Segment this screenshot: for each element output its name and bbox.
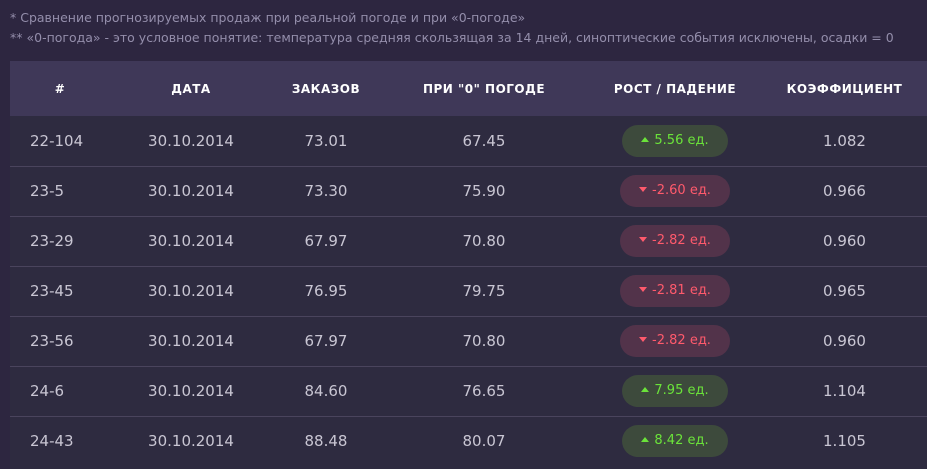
column-header-number[interactable]: # xyxy=(10,61,110,116)
decline-badge: -2.82 ед. xyxy=(620,225,730,257)
cell-zero-weather: 70.80 xyxy=(462,232,506,250)
cell-coefficient: 0.960 xyxy=(823,232,866,250)
cell-change: -2.81 ед. xyxy=(588,266,762,316)
growth-badge: 5.56 ед. xyxy=(622,124,728,157)
arrow-down-icon xyxy=(639,337,648,342)
cell-id: 23-56 xyxy=(30,332,74,350)
cell-zero-weather: 70.80 xyxy=(462,332,506,350)
table-row[interactable]: 24-43 30.10.2014 88.48 80.07 8.42 ед. 1.… xyxy=(10,416,927,466)
arrow-up-icon xyxy=(641,387,650,392)
arrow-down-icon xyxy=(639,287,648,292)
cell-date: 30.10.2014 xyxy=(148,182,234,200)
forecast-table-container: # ДАТА ЗАКАЗОВ ПРИ "0" ПОГОДЕ РОСТ / ПАД… xyxy=(10,61,927,469)
cell-orders: 84.60 xyxy=(304,382,348,400)
change-value: 8.42 ед. xyxy=(654,433,709,449)
cell-change: -2.82 ед. xyxy=(588,316,762,366)
cell-id: 22-104 xyxy=(30,131,84,150)
cell-coefficient: 1.082 xyxy=(823,131,866,150)
table-row[interactable]: 23-45 30.10.2014 76.95 79.75 -2.81 ед. 0… xyxy=(10,266,927,316)
cell-id: 23-29 xyxy=(30,232,74,250)
cell-orders: 73.30 xyxy=(304,182,348,200)
cell-date: 30.10.2014 xyxy=(148,382,234,400)
cell-id: 23-45 xyxy=(30,282,74,300)
change-value: 7.95 ед. xyxy=(654,383,709,398)
arrow-down-icon xyxy=(639,237,648,242)
change-value: 5.56 ед. xyxy=(654,132,709,148)
cell-zero-weather: 67.45 xyxy=(462,131,506,150)
table-header-row: # ДАТА ЗАКАЗОВ ПРИ "0" ПОГОДЕ РОСТ / ПАД… xyxy=(10,61,927,116)
table-row[interactable]: 23-56 30.10.2014 67.97 70.80 -2.82 ед. 0… xyxy=(10,316,927,366)
cell-id: 24-6 xyxy=(30,382,65,400)
cell-coefficient: 1.105 xyxy=(823,432,866,451)
cell-change: -2.82 ед. xyxy=(588,216,762,266)
growth-badge: 7.95 ед. xyxy=(622,375,728,407)
change-value: -2.60 ед. xyxy=(652,183,711,198)
change-value: -2.81 ед. xyxy=(652,283,711,298)
cell-orders: 67.97 xyxy=(304,332,348,350)
arrow-down-icon xyxy=(639,187,648,192)
cell-id: 23-5 xyxy=(30,182,65,200)
cell-change: 8.42 ед. xyxy=(588,416,762,466)
cell-zero-weather: 75.90 xyxy=(462,182,506,200)
cell-orders: 76.95 xyxy=(304,282,348,300)
cell-change: 7.95 ед. xyxy=(588,366,762,416)
decline-badge: -2.82 ед. xyxy=(620,325,730,357)
decline-badge: -2.81 ед. xyxy=(620,275,730,307)
cell-change: 5.56 ед. xyxy=(588,116,762,166)
cell-date: 30.10.2014 xyxy=(148,332,234,350)
cell-orders: 88.48 xyxy=(304,432,348,451)
cell-date: 30.10.2014 xyxy=(148,432,234,451)
cell-orders: 73.01 xyxy=(304,131,348,150)
table-row[interactable]: 24-6 30.10.2014 84.60 76.65 7.95 ед. 1.1… xyxy=(10,366,927,416)
cell-zero-weather: 80.07 xyxy=(462,432,506,451)
table-row[interactable]: 22-104 30.10.2014 73.01 67.45 5.56 ед. 1… xyxy=(10,116,927,166)
footnotes: * Сравнение прогнозируемых продаж при ре… xyxy=(10,8,927,48)
decline-badge: -2.60 ед. xyxy=(620,175,730,207)
column-header-coefficient[interactable]: КОЭФФИЦИЕНТ xyxy=(762,61,927,116)
cell-zero-weather: 76.65 xyxy=(462,382,506,400)
table-row[interactable]: 23-29 30.10.2014 67.97 70.80 -2.82 ед. 0… xyxy=(10,216,927,266)
column-header-orders[interactable]: ЗАКАЗОВ xyxy=(272,61,380,116)
change-value: -2.82 ед. xyxy=(652,233,711,248)
column-header-change[interactable]: РОСТ / ПАДЕНИЕ xyxy=(588,61,762,116)
cell-coefficient: 0.960 xyxy=(823,332,866,350)
cell-date: 30.10.2014 xyxy=(148,232,234,250)
growth-badge: 8.42 ед. xyxy=(622,425,728,458)
arrow-up-icon xyxy=(641,437,650,443)
cell-coefficient: 0.966 xyxy=(823,182,866,200)
cell-id: 24-43 xyxy=(30,432,74,451)
cell-change: -2.60 ед. xyxy=(588,166,762,216)
footnote-2: ** «0-погода» - это условное понятие: те… xyxy=(10,30,894,45)
forecast-table: # ДАТА ЗАКАЗОВ ПРИ "0" ПОГОДЕ РОСТ / ПАД… xyxy=(10,61,927,466)
column-header-date[interactable]: ДАТА xyxy=(110,61,272,116)
cell-date: 30.10.2014 xyxy=(148,282,234,300)
footnote-1: * Сравнение прогнозируемых продаж при ре… xyxy=(10,10,526,25)
cell-zero-weather: 79.75 xyxy=(462,282,506,300)
table-row[interactable]: 23-5 30.10.2014 73.30 75.90 -2.60 ед. 0.… xyxy=(10,166,927,216)
cell-date: 30.10.2014 xyxy=(148,131,234,150)
cell-coefficient: 0.965 xyxy=(823,282,866,300)
column-header-zero-weather[interactable]: ПРИ "0" ПОГОДЕ xyxy=(380,61,588,116)
cell-orders: 67.97 xyxy=(304,232,348,250)
arrow-up-icon xyxy=(641,136,650,142)
cell-coefficient: 1.104 xyxy=(823,382,866,400)
change-value: -2.82 ед. xyxy=(652,333,711,348)
